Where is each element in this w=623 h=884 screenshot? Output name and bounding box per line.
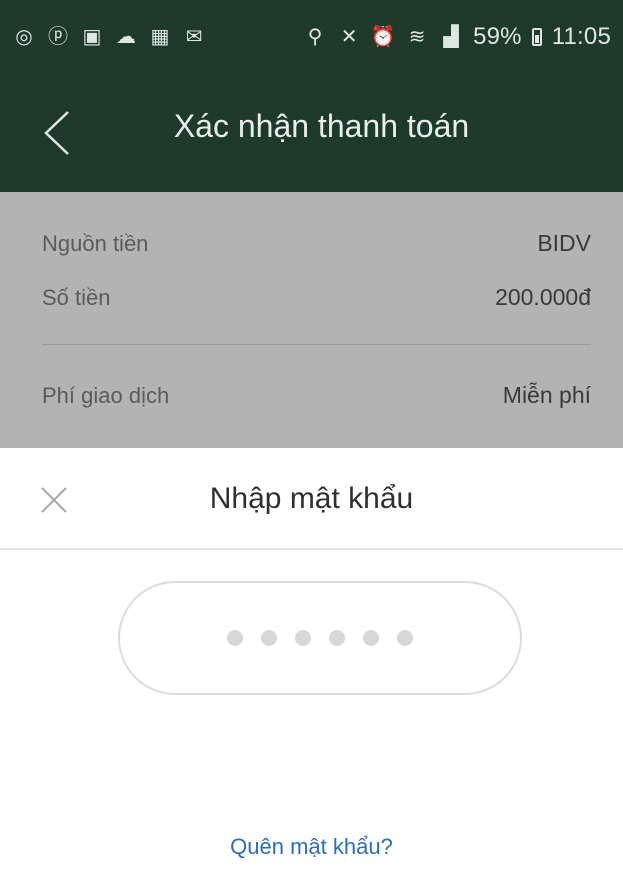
app-header: Xác nhận thanh toán [0,74,623,192]
gmail-icon: ▦ [150,26,170,48]
pin-dot [261,630,277,646]
status-bar: ◎ ⓟ ▣ ☁ ▦ ✉ ⚲ ✕ ⏰ ≋ ▟ 59% 11:05 [0,0,623,74]
password-sheet-header: Nhập mật khẩu [0,448,623,550]
pin-dot [295,630,311,646]
amount-row: Số tiền 200.000đ [42,284,591,311]
password-input[interactable] [118,581,522,695]
whatsapp-icon: ◎ [15,26,33,48]
location-icon: ⚲ [307,26,323,48]
password-sheet: Nhập mật khẩu Quên mật khẩu? [0,448,623,884]
payment-details-panel: Nguồn tiền BIDV Số tiền 200.000đ Phí gia… [0,192,623,448]
amount-label: Số tiền [42,284,111,310]
password-sheet-title: Nhập mật khẩu [209,482,414,515]
pin-dot [363,630,379,646]
mail-icon: ✉ [185,26,203,48]
battery-icon [531,28,542,46]
source-value: BIDV [537,230,591,256]
pinterest-icon: ⓟ [48,26,68,48]
signal-icon: ▟ [443,26,459,48]
wifi-icon: ≋ [408,26,426,48]
clock: 11:05 [551,23,611,50]
payment-confirmation-screen: ◎ ⓟ ▣ ☁ ▦ ✉ ⚲ ✕ ⏰ ≋ ▟ 59% 11:05 Xác nhận… [0,0,623,884]
forgot-password-link[interactable]: Quên mật khẩu? [0,834,623,860]
pin-dot [329,630,345,646]
source-row: Nguồn tiền BIDV [42,230,591,257]
details-divider [42,344,591,345]
alarm-icon: ⏰ [370,26,396,48]
page-title: Xác nhận thanh toán [173,108,470,144]
mute-icon: ✕ [340,26,358,48]
source-label: Nguồn tiền [42,230,149,256]
amount-value: 200.000đ [495,284,591,310]
battery-percent: 59% [473,23,522,50]
fee-value: Miễn phí [502,382,591,408]
file-icon: ▣ [82,26,102,48]
status-notification-icons: ◎ ⓟ ▣ ☁ ▦ ✉ [12,25,206,49]
pin-dot [227,630,243,646]
pin-dot [397,630,413,646]
fee-row: Phí giao dịch Miễn phí [42,382,591,409]
cloud-icon: ☁ [116,26,136,48]
fee-label: Phí giao dịch [42,382,170,408]
status-system-icons: ⚲ ✕ ⏰ ≋ ▟ 59% 11:05 [303,23,611,51]
